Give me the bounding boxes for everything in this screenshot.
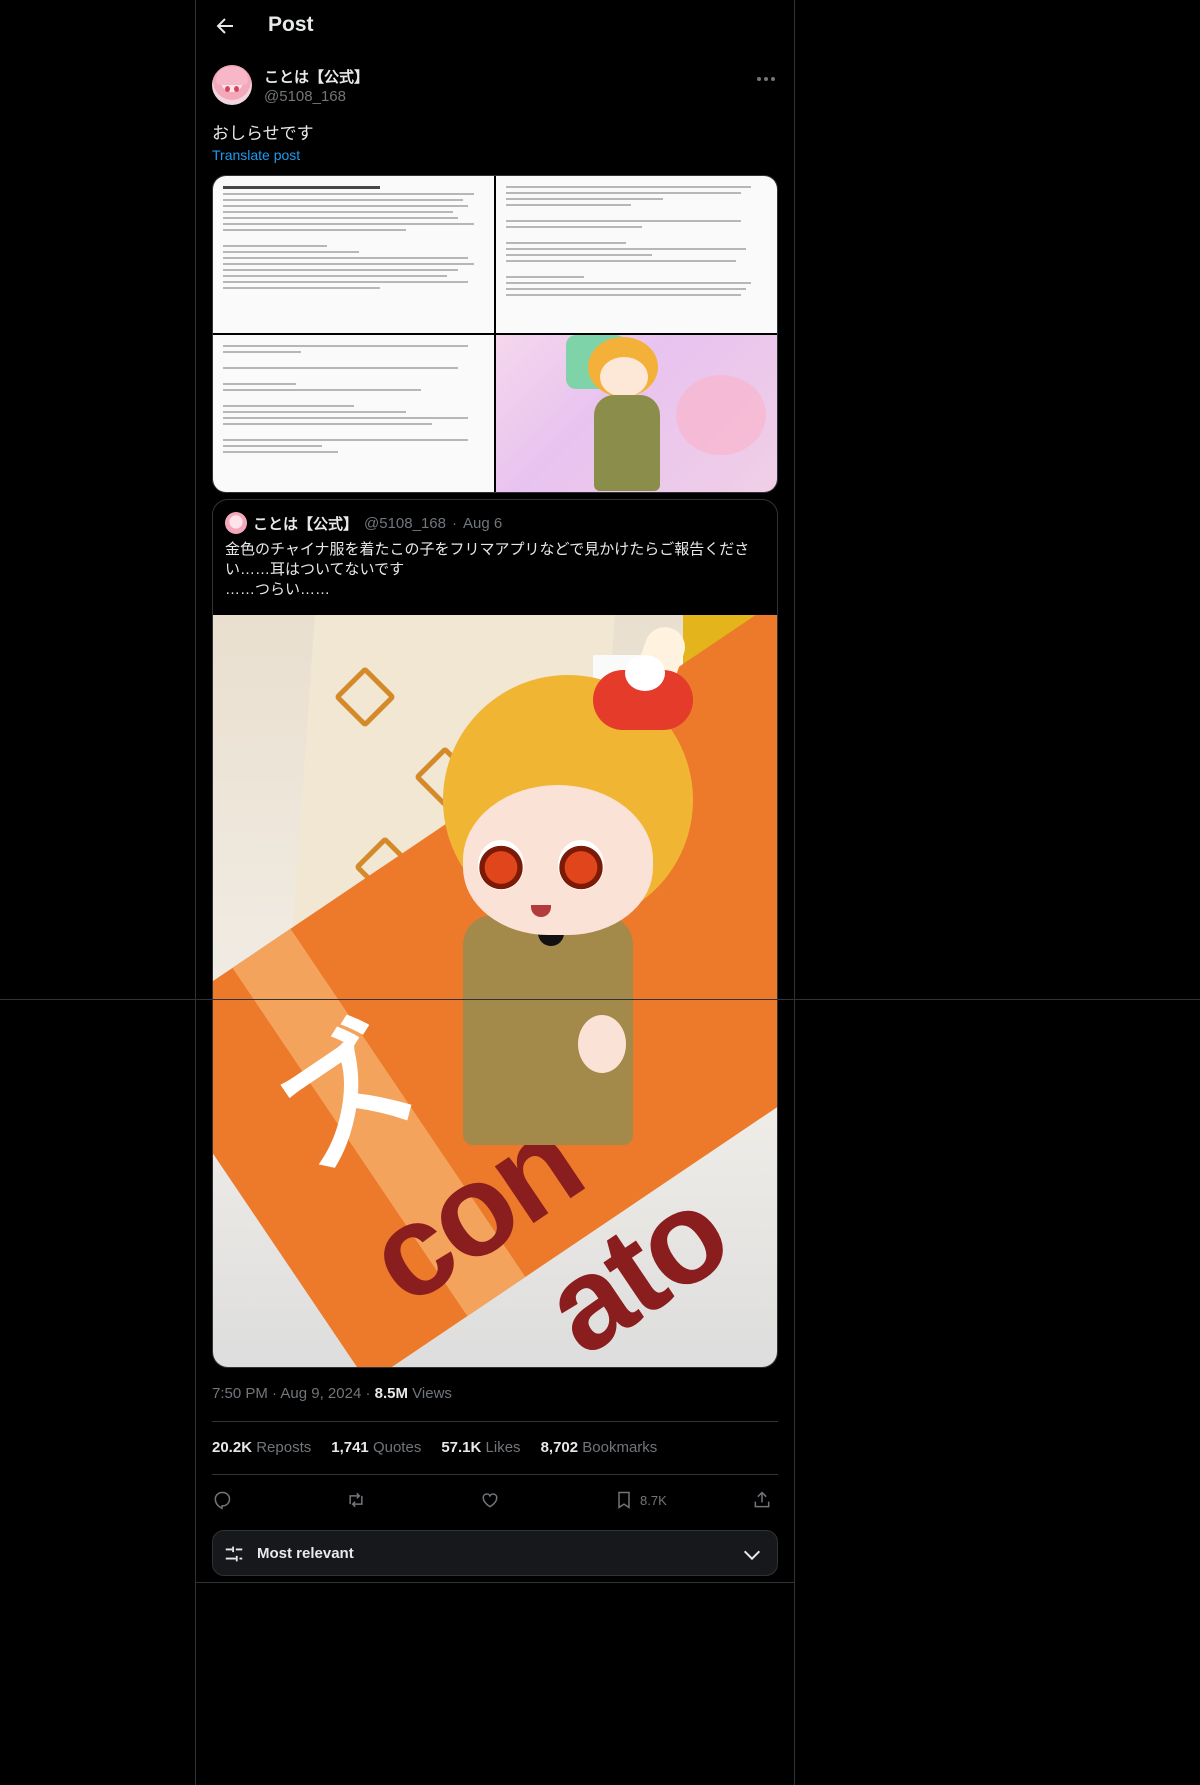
quoted-text-line: ……つらい…… [225,581,331,598]
post-time[interactable]: 7:50 PM [212,1385,268,1402]
quoted-text-line: 金色のチャイナ服を着たこの子をフリマアプリなどで見かけたらご報告くださ [225,541,750,558]
reply-button[interactable] [212,1487,232,1513]
post-author: ことは【公式】 @5108_168 [212,64,778,108]
grid-image-3[interactable] [213,335,494,492]
views-label: Views [412,1385,452,1402]
divider [196,1582,794,1583]
bookmark-icon [618,1491,630,1509]
like-button[interactable] [480,1487,500,1513]
post-date[interactable]: Aug 9, 2024 [280,1385,361,1402]
divider [212,1474,778,1475]
sliders-icon [225,1546,243,1562]
image-grid [212,175,778,493]
bookmark-count: 8.7K [640,1492,667,1508]
repost-icon [349,1492,363,1508]
grid-image-1[interactable] [213,176,494,333]
horizontal-rule [0,999,1200,1000]
author-display-name[interactable]: ことは【公式】 [264,66,369,87]
back-arrow-icon[interactable] [213,14,237,38]
post-text: おしらせです [212,124,314,143]
chevron-down-icon [743,1550,761,1561]
dot-separator: · [365,1385,371,1402]
quoted-author-handle: @5108_168 [364,514,446,532]
post-meta: 7:50 PM · Aug 9, 2024 · 8.5M Views [212,1385,452,1402]
reply-sort-dropdown[interactable]: Most relevant [212,1530,778,1576]
quoted-post-photo[interactable]: ズ con ato [213,615,777,1367]
likes-stat[interactable]: 57.1K Likes [441,1439,520,1456]
reply-icon [214,1491,231,1510]
main-column: Post ことは【公式】 @5108_168 おしらせです Translate … [195,0,795,1785]
divider [212,1421,778,1422]
dot-separator: · [272,1385,278,1402]
bookmark-button[interactable]: 8.7K [614,1487,667,1513]
heart-icon [482,1493,498,1508]
avatar [225,512,247,534]
top-bar: Post [196,0,794,54]
grid-image-4[interactable] [496,335,777,492]
action-bar: 8.7K [212,1487,778,1513]
views-count: 8.5M [374,1385,408,1402]
translate-post-link[interactable]: Translate post [212,147,300,163]
share-icon [754,1491,770,1508]
grid-image-2[interactable] [496,176,777,333]
quoted-post-header: ことは【公式】 @5108_168 · Aug 6 [225,512,502,534]
author-handle[interactable]: @5108_168 [264,88,346,105]
quotes-stat[interactable]: 1,741 Quotes [331,1439,421,1456]
quoted-author-display-name: ことは【公式】 [253,515,359,533]
quoted-post-date: Aug 6 [462,514,503,532]
sort-label: Most relevant [257,1545,354,1562]
quoted-post[interactable]: ことは【公式】 @5108_168 · Aug 6 金色のチャイナ服を着たこの子… [212,499,778,1368]
quoted-post-text: 金色のチャイナ服を着たこの子をフリマアプリなどで見かけたらご報告くださ い……耳… [225,540,765,600]
dot-separator: · [451,514,457,532]
post-stats: 20.2K Reposts 1,741 Quotes 57.1K Likes 8… [212,1439,657,1456]
avatar[interactable] [212,65,252,105]
bookmarks-stat[interactable]: 8,702 Bookmarks [541,1439,658,1456]
share-button[interactable] [752,1487,772,1513]
page-title: Post [268,13,314,36]
reposts-stat[interactable]: 20.2K Reposts [212,1439,311,1456]
repost-button[interactable] [346,1487,366,1513]
more-options-icon[interactable] [755,70,777,88]
quoted-text-line: い……耳はついてないです [225,561,405,578]
